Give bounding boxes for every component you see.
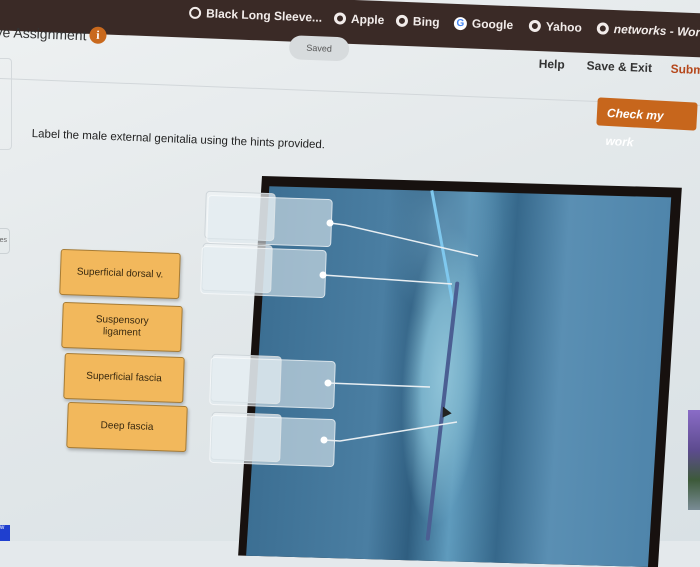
saved-status: Saved bbox=[288, 35, 350, 62]
circle-icon bbox=[188, 6, 202, 20]
bookmark-yahoo[interactable]: Yahoo bbox=[528, 19, 582, 35]
tissue-fold bbox=[430, 190, 455, 308]
background-desktop-edge bbox=[688, 410, 700, 510]
help-link[interactable]: Help bbox=[538, 57, 565, 72]
globe-icon bbox=[596, 22, 610, 35]
bookmark-bing[interactable]: Bing bbox=[395, 14, 440, 29]
drop-target-2[interactable] bbox=[200, 245, 327, 299]
info-icon[interactable]: i bbox=[89, 26, 107, 45]
submit-link[interactable]: Subm bbox=[670, 62, 700, 77]
screen: Black Long Sleeve... Apple Bing G Google… bbox=[0, 0, 700, 567]
google-icon: G bbox=[453, 16, 468, 30]
check-my-work-button[interactable]: Check my work bbox=[596, 97, 698, 149]
bookmark-apple[interactable]: Apple bbox=[333, 11, 385, 27]
drop-target-3[interactable] bbox=[209, 356, 336, 410]
save-exit-link[interactable]: Save & Exit bbox=[586, 59, 652, 75]
header-divider bbox=[0, 77, 700, 107]
globe-icon bbox=[333, 12, 347, 25]
bookmark-networks[interactable]: networks - Worl bbox=[596, 21, 700, 39]
globe-icon bbox=[395, 14, 409, 28]
label-superficial-dorsal-v[interactable]: Superficial dorsal v. bbox=[59, 248, 181, 300]
bookmark-google[interactable]: G Google bbox=[453, 16, 513, 32]
label-suspensory-ligament[interactable]: Suspensory ligament bbox=[61, 301, 183, 353]
drop-target-1[interactable] bbox=[206, 194, 333, 248]
label-superficial-fascia[interactable]: Superficial fascia bbox=[63, 352, 185, 404]
question-prompt: Label the male external genitalia using … bbox=[31, 128, 326, 152]
assignment-title: ve Assignment bbox=[0, 23, 87, 44]
bookmark-black-long-sleeve[interactable]: Black Long Sleeve... bbox=[188, 6, 322, 25]
side-blue-button[interactable]: w bbox=[0, 525, 10, 541]
drop-target-4[interactable] bbox=[209, 414, 336, 468]
side-tab[interactable]: es bbox=[0, 228, 10, 254]
globe-icon bbox=[528, 19, 542, 33]
label-deep-fascia[interactable]: Deep fascia bbox=[66, 401, 188, 453]
side-panel-card bbox=[0, 58, 12, 150]
